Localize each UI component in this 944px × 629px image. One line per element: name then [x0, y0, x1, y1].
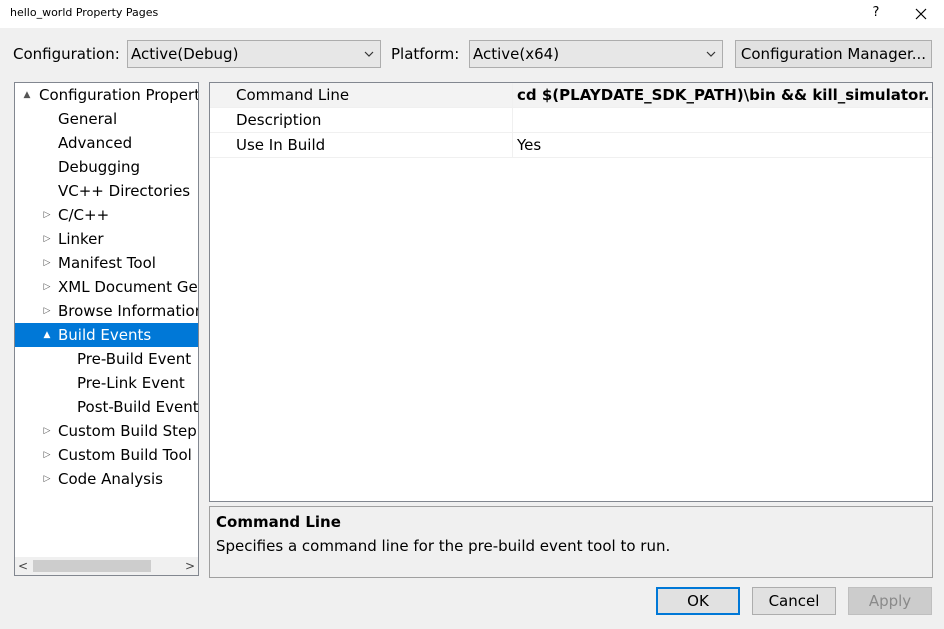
expand-arrow-icon[interactable]: ▷	[41, 467, 53, 491]
platform-value: Active(x64)	[473, 45, 560, 63]
tree-item-configuration-properties[interactable]: ▲ Configuration Properties	[15, 83, 198, 107]
property-value[interactable]	[517, 108, 929, 132]
tree-item-label: Pre-Link Event	[77, 374, 185, 392]
tree-item-label: Browse Information	[58, 302, 198, 320]
property-name: Use In Build	[236, 133, 513, 157]
chevron-down-icon	[364, 51, 374, 57]
ok-button[interactable]: OK	[656, 587, 740, 615]
tree-item-debugging[interactable]: Debugging	[15, 155, 198, 179]
close-icon	[915, 8, 927, 19]
tree-item-label: Debugging	[58, 158, 141, 176]
tree-item-pre-link-event[interactable]: Pre-Link Event	[15, 371, 198, 395]
expand-arrow-icon[interactable]: ▷	[41, 227, 53, 251]
configuration-label: Configuration:	[13, 45, 120, 63]
tree-item-label: Code Analysis	[58, 470, 163, 488]
property-row-description[interactable]: Description	[210, 108, 932, 133]
expand-arrow-icon[interactable]: ▷	[41, 299, 53, 323]
tree-item-general[interactable]: General	[15, 107, 198, 131]
tree-item-custom-build-tool[interactable]: ▷ Custom Build Tool	[15, 443, 198, 467]
tree-item-label: C/C++	[58, 206, 110, 224]
window-title: hello_world Property Pages	[10, 6, 159, 19]
help-button[interactable]: ?	[864, 2, 888, 24]
property-row-command-line[interactable]: Command Line cd $(PLAYDATE_SDK_PATH)\bin…	[210, 83, 932, 108]
property-grid: Command Line cd $(PLAYDATE_SDK_PATH)\bin…	[209, 82, 933, 502]
horizontal-scrollbar[interactable]: < >	[15, 557, 198, 575]
description-text: Specifies a command line for the pre-bui…	[216, 537, 671, 555]
expand-arrow-icon[interactable]: ▷	[41, 419, 53, 443]
description-panel: Command Line Specifies a command line fo…	[209, 506, 933, 578]
tree-item-label: Custom Build Tool	[58, 446, 192, 464]
title-bar: hello_world Property Pages ?	[0, 0, 944, 28]
property-value[interactable]: cd $(PLAYDATE_SDK_PATH)\bin && kill_simu…	[517, 83, 929, 107]
tree-item-label: General	[58, 110, 118, 128]
configuration-value: Active(Debug)	[131, 45, 239, 63]
tree-item-label: Post-Build Event	[77, 398, 198, 416]
tree-item-label: Linker	[58, 230, 104, 248]
platform-label: Platform:	[391, 45, 460, 63]
property-tree: ▲ Configuration Properties General Advan…	[14, 82, 199, 576]
property-value[interactable]: Yes	[517, 133, 929, 157]
configuration-dropdown[interactable]: Active(Debug)	[127, 40, 381, 68]
tree-item-custom-build-step[interactable]: ▷ Custom Build Step	[15, 419, 198, 443]
tree-item-label: Advanced	[58, 134, 133, 152]
tree-item-label: VC++ Directories	[58, 182, 191, 200]
tree-item-label: XML Document Generator	[58, 278, 198, 296]
tree-item-label: Manifest Tool	[58, 254, 156, 272]
tree-item-code-analysis[interactable]: ▷ Code Analysis	[15, 467, 198, 491]
expand-arrow-icon[interactable]: ▷	[41, 251, 53, 275]
collapse-arrow-icon[interactable]: ▲	[21, 83, 33, 107]
tree-item-label: Custom Build Step	[58, 422, 197, 440]
apply-button[interactable]: Apply	[848, 587, 932, 615]
expand-arrow-icon[interactable]: ▷	[41, 203, 53, 227]
scroll-right-button[interactable]: >	[182, 557, 198, 575]
close-button[interactable]	[906, 2, 936, 24]
cancel-button[interactable]: Cancel	[752, 587, 836, 615]
tree-item-post-build-event[interactable]: Post-Build Event	[15, 395, 198, 419]
tree-item-browse-information[interactable]: ▷ Browse Information	[15, 299, 198, 323]
platform-dropdown[interactable]: Active(x64)	[469, 40, 723, 68]
tree-item-label: Pre-Build Event	[77, 350, 192, 368]
property-name: Description	[236, 108, 513, 132]
tree-item-label: Build Events	[58, 326, 152, 344]
tree-item-c-cpp[interactable]: ▷ C/C++	[15, 203, 198, 227]
property-name: Command Line	[236, 83, 513, 107]
tree-item-vc-directories[interactable]: VC++ Directories	[15, 179, 198, 203]
tree-item-pre-build-event[interactable]: Pre-Build Event	[15, 347, 198, 371]
description-title: Command Line	[216, 513, 341, 531]
configuration-manager-button[interactable]: Configuration Manager...	[735, 40, 932, 68]
tree-item-build-events[interactable]: ▲ Build Events	[15, 323, 198, 347]
scrollbar-thumb[interactable]	[33, 560, 151, 572]
tree-item-label: Configuration Properties	[39, 86, 198, 104]
tree-item-linker[interactable]: ▷ Linker	[15, 227, 198, 251]
scroll-left-button[interactable]: <	[15, 557, 31, 575]
expand-arrow-icon[interactable]: ▷	[41, 443, 53, 467]
tree-item-advanced[interactable]: Advanced	[15, 131, 198, 155]
tree-item-xml-document-generator[interactable]: ▷ XML Document Generator	[15, 275, 198, 299]
chevron-down-icon	[706, 51, 716, 57]
property-row-use-in-build[interactable]: Use In Build Yes	[210, 133, 932, 158]
collapse-arrow-icon[interactable]: ▲	[41, 323, 53, 347]
expand-arrow-icon[interactable]: ▷	[41, 275, 53, 299]
tree-item-manifest-tool[interactable]: ▷ Manifest Tool	[15, 251, 198, 275]
